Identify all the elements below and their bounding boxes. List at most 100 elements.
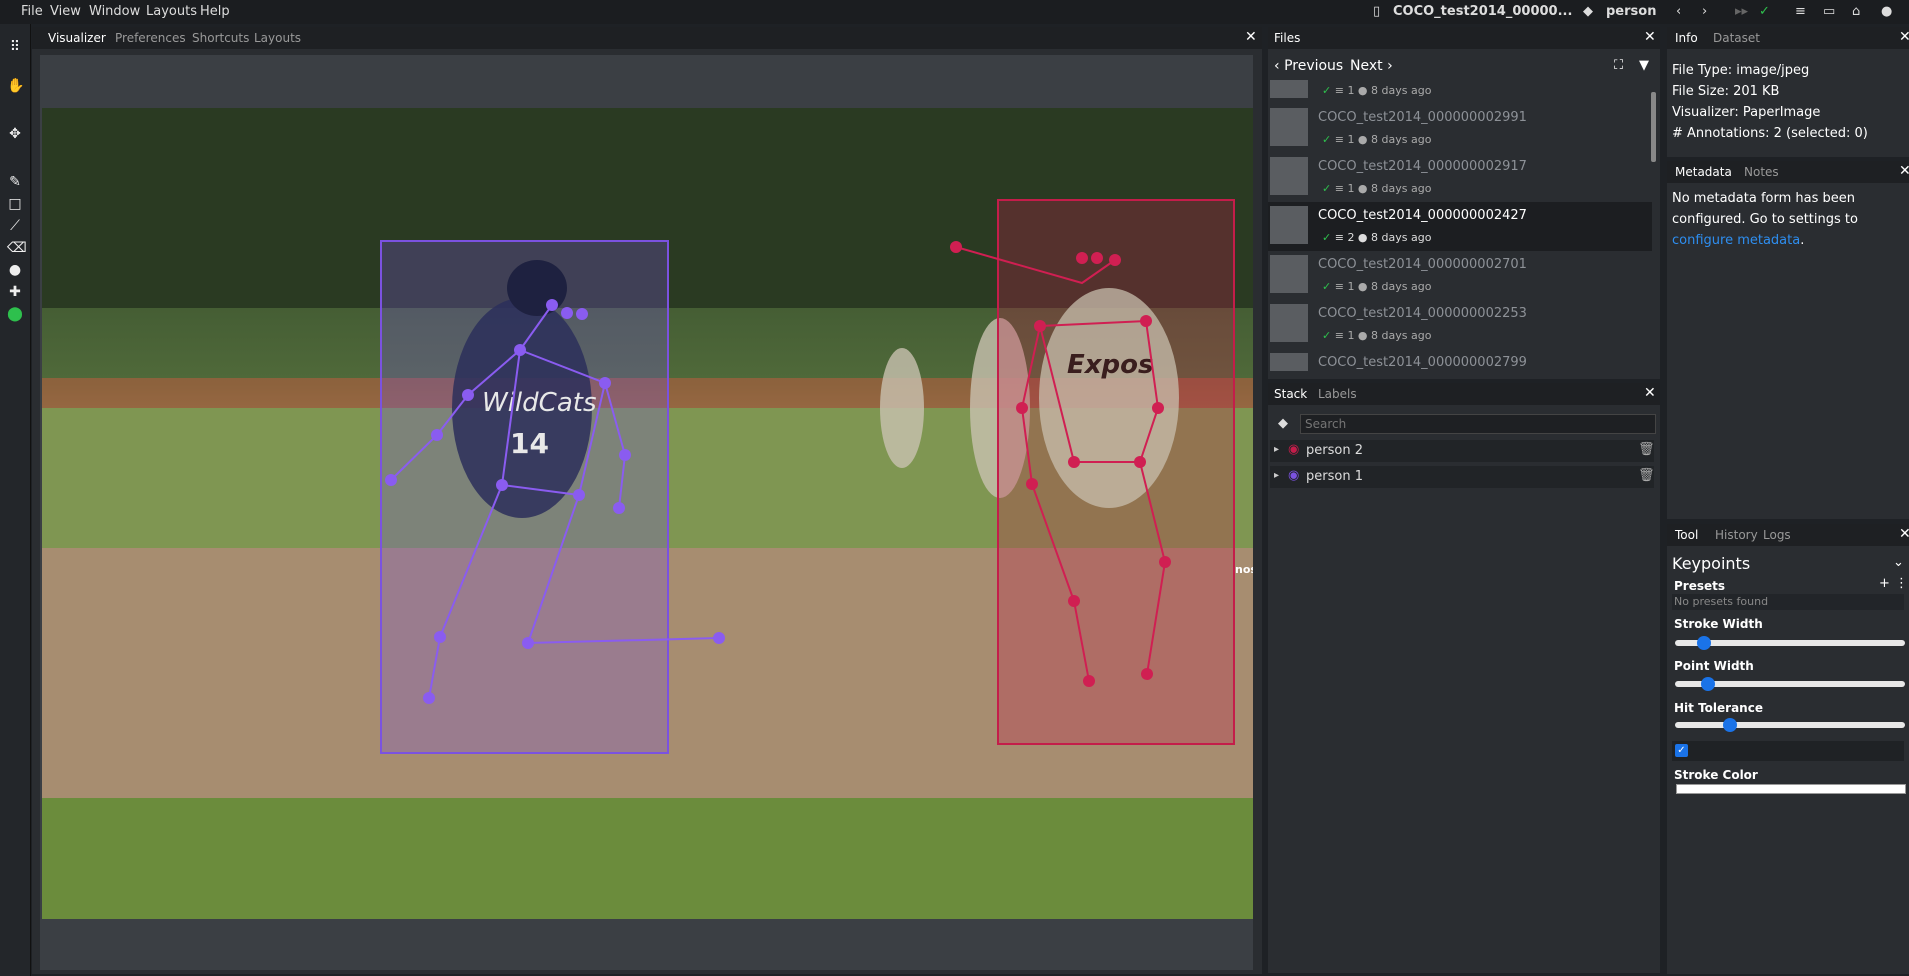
point-width-knob[interactable] [1700,677,1715,691]
puzzle-icon[interactable]: ✚ [7,284,23,300]
file-name[interactable]: COCO_test2014_000000002253 [1318,306,1527,321]
metadata-message: No metadata form has been configured. Go… [1672,188,1904,251]
eye-icon[interactable]: ◉ [1288,442,1299,457]
circle-icon[interactable]: ● [7,262,23,278]
file-meta: ✓ ≡ 2 ● 8 days ago [1322,231,1432,244]
stroke-color-label: Stroke Color [1674,768,1758,782]
close-visualizer-icon[interactable]: ✕ [1245,29,1257,45]
pencil-icon[interactable]: ✎ [7,174,23,190]
file-name[interactable]: COCO_test2014_000000002799 [1318,355,1527,370]
file-thumbnail [1270,157,1308,195]
person1-jersey-text: WildCats [482,388,597,418]
current-filename[interactable]: COCO_test2014_00000... [1393,4,1572,19]
user-icon[interactable]: ● [1881,4,1892,19]
menu-file[interactable]: File [21,4,43,19]
tool-tabbar: Tool History Logs ✕ [1667,524,1909,546]
file-icon: ▯ [1373,4,1381,19]
filter-icon[interactable]: ▼ [1639,58,1649,73]
keypoint-marker-icon[interactable]: ⬤ [7,306,23,322]
trash-icon[interactable]: 🗑 [1638,468,1655,483]
add-preset-icon[interactable]: + [1879,576,1890,591]
pan-hand-icon[interactable]: ✋ [7,78,24,94]
close-info-icon[interactable]: ✕ [1899,29,1909,45]
tab-notes[interactable]: Notes [1744,165,1779,179]
tag-icon: ◆ [1583,4,1593,19]
file-name[interactable]: COCO_test2014_000000002917 [1318,159,1527,174]
fullscreen-icon[interactable]: ⛶ [1614,58,1623,73]
stack-item-person1[interactable]: ▸ ◉ person 1 🗑 [1270,466,1655,488]
annotated-image[interactable]: WildCats 14 Expos no [42,108,1253,919]
menu-view[interactable]: View [50,4,81,19]
expand-icon[interactable]: ▸ [1274,444,1279,455]
close-files-icon[interactable]: ✕ [1644,29,1656,45]
stroke-width-knob[interactable] [1696,636,1711,650]
database-icon[interactable]: ≡ [1795,4,1806,19]
close-tool-icon[interactable]: ✕ [1899,526,1909,542]
stroke-color-swatch[interactable] [1676,784,1906,794]
tab-tool[interactable]: Tool [1675,528,1698,542]
tab-preferences[interactable]: Preferences [115,31,186,45]
file-thumbnail [1270,353,1308,371]
info-visualizer: Visualizer: PaperImage [1672,105,1821,120]
tab-stack[interactable]: Stack [1274,387,1307,401]
person2-jersey-text: Expos [1067,350,1153,380]
menu-help[interactable]: Help [200,4,230,19]
chevron-down-icon[interactable]: ⌄ [1893,555,1904,570]
tool-strip: ⠿ ✋ ✥ ✎ □ ⟋ ⌫ ● ✚ ⬤ [0,24,31,976]
previous-button[interactable]: ‹ Previous [1274,58,1343,74]
chevron-left-icon[interactable]: ‹ [1676,4,1681,19]
tab-info[interactable]: Info [1675,31,1698,45]
tab-shortcuts[interactable]: Shortcuts [192,31,249,45]
current-label[interactable]: person [1606,4,1656,19]
tab-files[interactable]: Files [1274,31,1300,45]
storage-icon[interactable]: ▭ [1823,4,1835,19]
tab-history[interactable]: History [1715,528,1758,542]
person1-jersey-number: 14 [510,427,549,460]
tab-labels[interactable]: Labels [1318,387,1357,401]
close-metadata-icon[interactable]: ✕ [1899,163,1909,179]
hit-tolerance-label: Hit Tolerance [1674,701,1763,715]
eye-icon[interactable]: ◉ [1288,468,1299,483]
next-button[interactable]: Next › [1350,58,1393,74]
file-meta: ✓ ≡ 1 ● 8 days ago [1322,182,1432,195]
file-name-active[interactable]: COCO_test2014_000000002427 [1318,208,1527,223]
file-name[interactable]: COCO_test2014_000000002701 [1318,257,1527,272]
keypoint-edge-label: nos [1235,563,1253,576]
apps-grid-icon[interactable]: ⠿ [7,39,23,55]
top-menu-bar: File View Window Layouts Help ▯ COCO_tes… [0,0,1909,24]
rectangle-icon[interactable]: □ [7,196,23,212]
configure-metadata-link[interactable]: configure metadata [1672,233,1800,248]
fast-forward-icon[interactable]: ▸▸ [1735,4,1748,19]
stack-search-input[interactable] [1300,414,1656,434]
move-icon[interactable]: ✥ [7,126,23,142]
expand-icon[interactable]: ▸ [1274,470,1279,481]
enable-checkbox[interactable]: ✓ [1675,744,1688,757]
menu-window[interactable]: Window [89,4,140,19]
visualizer-tabbar: Visualizer Preferences Shortcuts Layouts… [32,27,1262,49]
annotation-overlay[interactable]: WildCats 14 Expos no [42,108,1253,919]
file-meta: ✓ ≡ 1 ● 8 days ago [1322,280,1432,293]
menu-layouts[interactable]: Layouts [146,4,197,19]
tab-metadata[interactable]: Metadata [1675,165,1732,179]
check-icon[interactable]: ✓ [1759,4,1770,19]
person1-helmet [507,260,567,316]
tab-layouts[interactable]: Layouts [254,31,301,45]
file-name[interactable]: COCO_test2014_000000002991 [1318,110,1527,125]
metadata-panel: Metadata Notes ✕ No metadata form has be… [1667,161,1909,519]
tool-title: Keypoints [1672,554,1751,573]
tab-visualizer[interactable]: Visualizer [48,31,106,45]
tab-dataset[interactable]: Dataset [1713,31,1760,45]
eraser-icon[interactable]: ⌫ [7,240,27,256]
brush-icon[interactable]: ⟋ [7,218,23,234]
info-details: File Type: image/jpeg File Size: 201 KB … [1672,60,1868,144]
trash-icon[interactable]: 🗑 [1638,442,1655,457]
close-stack-icon[interactable]: ✕ [1644,385,1656,401]
chevron-right-icon[interactable]: › [1702,4,1707,19]
hit-tolerance-knob[interactable] [1722,718,1737,732]
hit-tolerance-slider[interactable] [1675,722,1905,728]
file-meta: ✓ ≡ 1 ● 8 days ago [1322,133,1432,146]
tab-logs[interactable]: Logs [1763,528,1791,542]
preset-menu-icon[interactable]: ⋮ [1895,576,1908,591]
home-icon[interactable]: ⌂ [1852,4,1860,19]
stack-item-person2[interactable]: ▸ ◉ person 2 🗑 [1270,440,1655,462]
